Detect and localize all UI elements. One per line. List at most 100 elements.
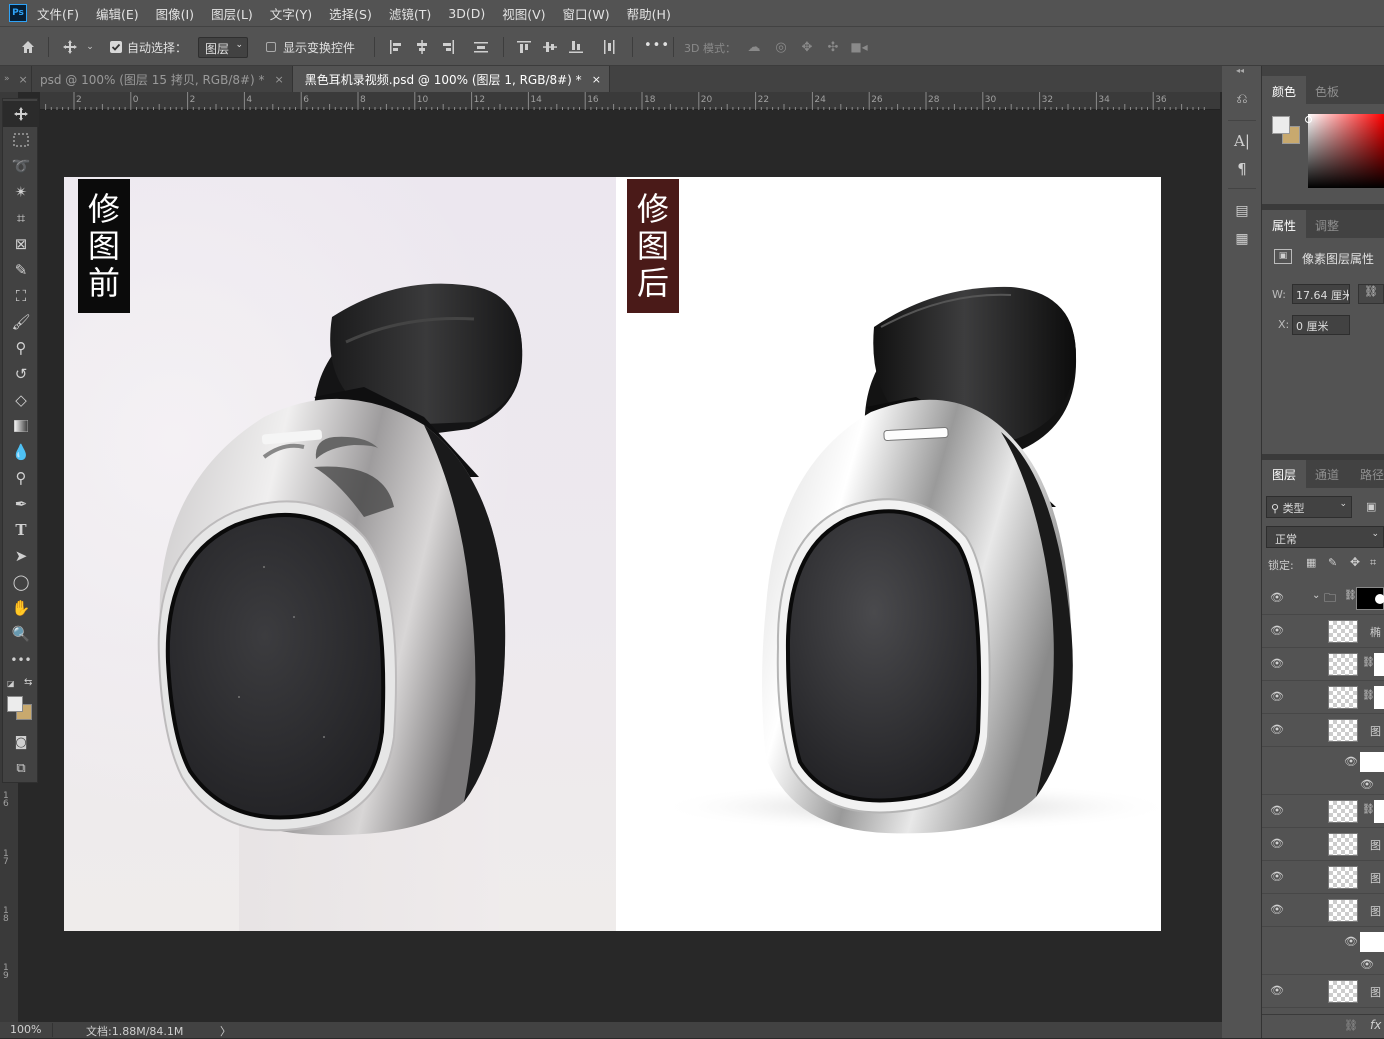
filter-mask-thumbnail[interactable]: [1360, 932, 1384, 952]
smart-filter-row[interactable]: 👁 👁: [1262, 747, 1384, 795]
menu-layer[interactable]: 图层(L): [211, 4, 253, 23]
eye-icon[interactable]: 👁: [1270, 804, 1284, 818]
tab-document-1[interactable]: psd @ 100% (图层 15 拷贝, RGB/8#) * ×: [32, 66, 293, 92]
layer-mask-thumbnail[interactable]: [1356, 587, 1384, 610]
chevron-down-icon[interactable]: ⌄: [1312, 590, 1320, 601]
layer-row[interactable]: 👁 图: [1262, 861, 1384, 894]
eye-icon[interactable]: 👁: [1360, 778, 1374, 792]
frame-tool-icon[interactable]: ⊠: [3, 231, 39, 257]
panel-foreground-swatch[interactable]: [1272, 116, 1290, 134]
auto-select-checkbox[interactable]: [110, 41, 122, 53]
menu-window[interactable]: 窗口(W): [563, 4, 610, 23]
document-canvas[interactable]: 修 图 前 修 图 后: [64, 177, 1161, 931]
eye-icon[interactable]: 👁: [1270, 903, 1284, 917]
history-panel-icon[interactable]: ⎌: [1232, 88, 1252, 110]
lock-artboard-icon[interactable]: ⌗: [1370, 556, 1376, 570]
libraries-panel-icon[interactable]: ▤: [1232, 200, 1252, 222]
home-icon[interactable]: [18, 37, 38, 57]
menu-file[interactable]: 文件(F): [37, 4, 79, 23]
tab-paths[interactable]: 路径: [1360, 466, 1384, 483]
hand-tool-icon[interactable]: ✋: [3, 595, 39, 621]
distribute-vertical-icon[interactable]: [472, 38, 490, 56]
color-picker-field[interactable]: [1308, 114, 1384, 188]
lasso-tool-icon[interactable]: ➰: [3, 153, 39, 179]
more-options-button[interactable]: •••: [644, 38, 670, 53]
width-input[interactable]: 17.64 厘米: [1292, 284, 1350, 304]
layer-mask-thumbnail[interactable]: [1374, 653, 1384, 676]
menu-help[interactable]: 帮助(H): [627, 4, 671, 23]
tab-channels[interactable]: 通道: [1315, 466, 1339, 483]
menu-filter[interactable]: 滤镜(T): [389, 4, 431, 23]
blend-mode-dropdown[interactable]: 正常 ⌄: [1266, 526, 1384, 548]
menu-image[interactable]: 图像(I): [156, 4, 194, 23]
tab-properties[interactable]: 属性: [1272, 217, 1296, 234]
foreground-color-swatch[interactable]: [7, 696, 23, 712]
layer-row[interactable]: 👁 ⛓: [1262, 795, 1384, 828]
collapse-panels-icon[interactable]: ◂◂: [1236, 66, 1244, 75]
fx-button[interactable]: fx: [1370, 1018, 1381, 1032]
eyedropper-icon[interactable]: ✎: [3, 257, 39, 283]
eye-icon[interactable]: 👁: [1270, 591, 1284, 605]
layer-filter-dropdown[interactable]: ⚲ 类型 ⌄: [1266, 496, 1352, 518]
link-icon[interactable]: ⛓: [1358, 284, 1384, 304]
lock-transparent-icon[interactable]: ▦: [1306, 556, 1316, 569]
tab-color[interactable]: 颜色: [1272, 83, 1296, 100]
eye-icon[interactable]: 👁: [1270, 837, 1284, 851]
layer-row[interactable]: 👁 椭: [1262, 615, 1384, 648]
eye-icon[interactable]: 👁: [1270, 657, 1284, 671]
align-middle-icon[interactable]: [541, 38, 559, 56]
close-icon[interactable]: ×: [19, 73, 28, 86]
distribute-horizontal-icon[interactable]: [600, 38, 618, 56]
dodge-tool-icon[interactable]: ⚲: [3, 465, 39, 491]
filter-mask-thumbnail[interactable]: [1360, 752, 1384, 772]
horizontal-ruler[interactable]: 2 0 2 4 6 8 10 12 14 16 18 20 22 24 26 28 30 32 34 36: [40, 92, 1220, 110]
menu-3d[interactable]: 3D(D): [448, 6, 485, 21]
3d-orbit-icon[interactable]: ☁: [745, 38, 763, 56]
more-tools-icon[interactable]: •••: [3, 647, 39, 673]
photoshop-logo-icon[interactable]: Ps: [9, 4, 27, 22]
pen-tool-icon[interactable]: ✒: [3, 491, 39, 517]
layer-row[interactable]: 👁 图: [1262, 975, 1384, 1008]
align-left-icon[interactable]: [387, 38, 405, 56]
color-picker-cursor[interactable]: [1305, 116, 1312, 123]
swap-colors-icon[interactable]: ⇆: [24, 677, 32, 688]
align-center-icon[interactable]: [413, 38, 431, 56]
eye-icon[interactable]: 👁: [1360, 958, 1374, 972]
tab-adjustments[interactable]: 调整: [1315, 217, 1339, 234]
move-tool-icon[interactable]: [3, 101, 39, 127]
zoom-tool-icon[interactable]: 🔍: [3, 621, 39, 647]
eraser-icon[interactable]: ◇: [3, 387, 39, 413]
tab-swatches[interactable]: 色板: [1315, 83, 1339, 100]
lock-image-icon[interactable]: ✎: [1328, 556, 1337, 569]
blur-tool-icon[interactable]: 💧: [3, 439, 39, 465]
layer-mask-thumbnail[interactable]: [1374, 686, 1384, 709]
clone-stamp-icon[interactable]: ⚲: [3, 335, 39, 361]
show-transform-checkbox[interactable]: [266, 42, 276, 52]
eye-icon[interactable]: 👁: [1270, 723, 1284, 737]
type-tool-icon[interactable]: T: [3, 517, 39, 543]
layer-row[interactable]: 👁 ⛓: [1262, 681, 1384, 714]
eye-icon[interactable]: 👁: [1270, 690, 1284, 704]
menu-edit[interactable]: 编辑(E): [96, 4, 139, 23]
move-tool-icon[interactable]: [60, 37, 80, 57]
gradient-tool-icon[interactable]: [3, 413, 39, 439]
image-filter-icon[interactable]: ▣: [1366, 500, 1376, 513]
layer-group-row[interactable]: 👁 ⌄ 🗀 ⛓: [1262, 582, 1384, 615]
brush-tool-icon[interactable]: 🖌: [3, 309, 39, 335]
align-bottom-icon[interactable]: [567, 38, 585, 56]
paragraph-panel-icon[interactable]: ¶: [1232, 158, 1252, 180]
healing-brush-icon[interactable]: ⛶: [3, 283, 39, 309]
layer-select-dropdown[interactable]: 图层 ⌄: [198, 37, 248, 58]
tab-document-2[interactable]: 黑色耳机录视频.psd @ 100% (图层 1, RGB/8#) * ×: [292, 66, 610, 92]
zoom-level[interactable]: 100%: [10, 1023, 41, 1036]
chevron-down-icon[interactable]: ⌄: [84, 39, 96, 55]
layer-row[interactable]: 👁 图: [1262, 714, 1384, 747]
3d-slide-icon[interactable]: ✣: [824, 38, 842, 56]
tabs-overflow-icon[interactable]: » ×: [0, 66, 32, 92]
close-icon[interactable]: ×: [592, 73, 601, 86]
eye-icon[interactable]: 👁: [1270, 624, 1284, 638]
x-input[interactable]: 0 厘米: [1292, 315, 1350, 335]
3d-camera-icon[interactable]: ■◂: [850, 38, 868, 56]
3d-pan-icon[interactable]: ✥: [798, 38, 816, 56]
marquee-tool-icon[interactable]: [3, 127, 39, 153]
